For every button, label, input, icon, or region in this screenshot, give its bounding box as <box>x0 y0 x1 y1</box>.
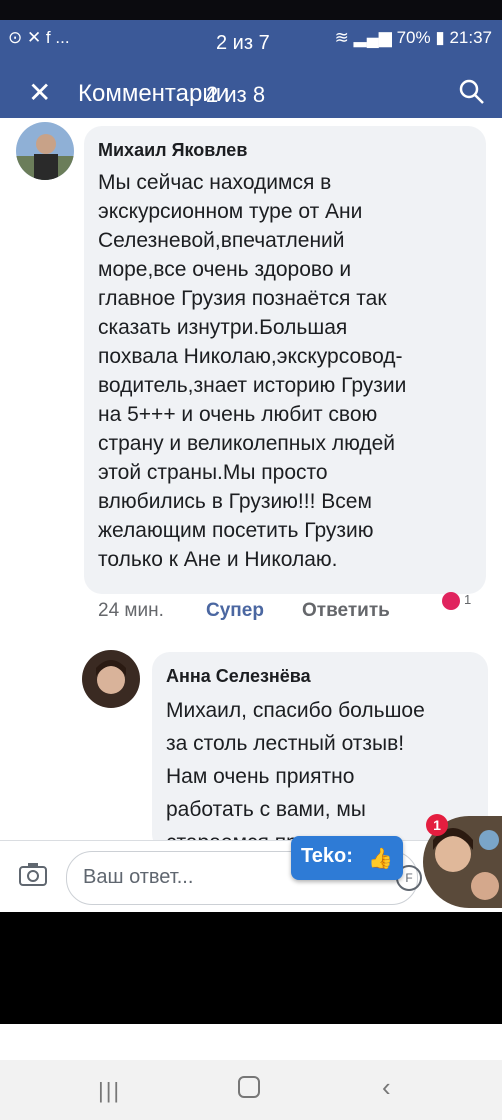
clock: 21:37 <box>449 28 492 47</box>
comments-list: Михаил Яковлев Мы сейчас находимся в экс… <box>0 118 502 840</box>
top-strip <box>0 0 502 20</box>
chat-badge: 1 <box>426 814 448 836</box>
home-icon[interactable] <box>238 1076 260 1098</box>
comment-author[interactable]: Анна Селезнёва <box>166 666 311 687</box>
avatar[interactable] <box>16 122 74 180</box>
comment-time: 24 мин. <box>98 600 164 621</box>
like-button[interactable]: Супер <box>206 600 264 622</box>
comment-text: Мы сейчас находимся в экскурсионном туре… <box>98 171 407 571</box>
sticker-text: Teko: <box>301 845 353 867</box>
app-header: ⊙ ✕ f ... 2 из 7 ≋ ▂▄▆ 70% ▮ 21:37 ✕ Ком… <box>0 20 502 118</box>
signal-icon: ▂▄▆ <box>353 28 392 47</box>
image-counter: 2 из 7 <box>216 32 270 54</box>
thumbs-up-icon: 👍 <box>368 848 393 870</box>
recent-apps-icon[interactable]: ||| <box>98 1078 121 1104</box>
search-icon[interactable] <box>458 78 486 106</box>
battery-level: 70% <box>396 28 431 47</box>
nav-row: ✕ Комментарии 2 из 8 <box>0 72 502 118</box>
camera-icon[interactable] <box>18 861 48 887</box>
comment-author[interactable]: Михаил Яковлев <box>98 140 247 161</box>
reaction-count: 1 <box>464 592 472 607</box>
sticker-overlay: Teko: 👍 <box>291 836 403 880</box>
system-nav-bar: ||| ‹ <box>0 1060 502 1120</box>
heart-icon <box>442 592 460 610</box>
back-nav-icon[interactable]: ‹ <box>382 1072 391 1103</box>
battery-icon: ▮ <box>435 28 445 47</box>
status-right: ≋ ▂▄▆ 70% ▮ 21:37 <box>335 28 492 48</box>
reaction-summary[interactable]: 1 <box>442 592 471 615</box>
notification-icons: ⊙ ✕ f ... <box>8 28 70 47</box>
reply-bubble: Анна Селезнёва Михаил, спасибо большое з… <box>152 652 488 840</box>
avatar[interactable] <box>82 650 140 708</box>
back-icon[interactable]: ✕ <box>28 76 51 109</box>
counter-overlay: 2 из 8 <box>206 82 266 107</box>
comment-bubble: Михаил Яковлев Мы сейчас находимся в экс… <box>84 126 486 594</box>
white-bar <box>0 1024 502 1060</box>
status-bar: ⊙ ✕ f ... 2 из 7 ≋ ▂▄▆ 70% ▮ 21:37 <box>0 20 502 56</box>
black-gap <box>0 912 502 1024</box>
reply-placeholder: Ваш ответ... <box>83 866 194 888</box>
wifi-icon: ≋ <box>334 28 349 47</box>
reply-button[interactable]: Ответить <box>302 600 390 622</box>
